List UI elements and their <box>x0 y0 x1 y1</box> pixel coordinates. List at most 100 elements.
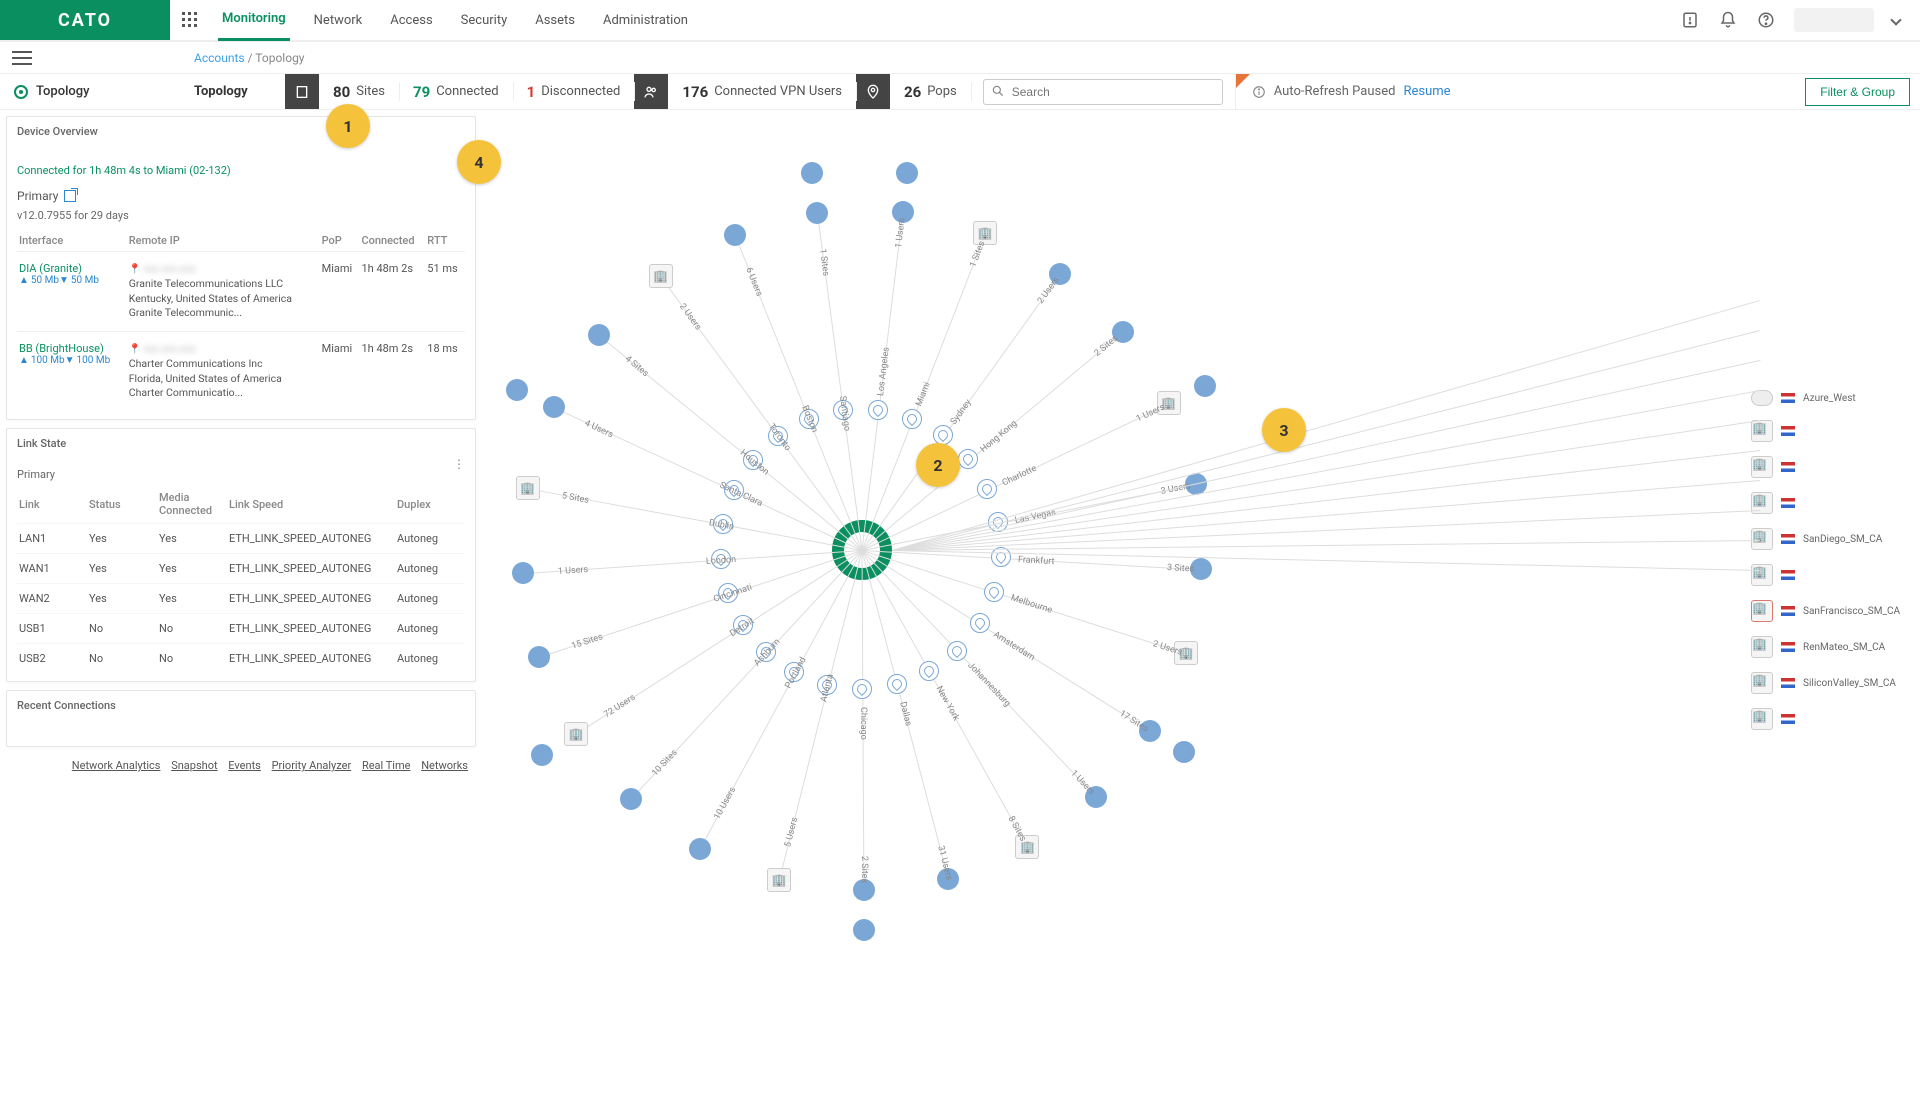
search-input[interactable] <box>983 79 1223 105</box>
search-icon <box>991 84 1005 98</box>
users-node[interactable] <box>1194 375 1216 397</box>
table-row[interactable]: WAN1YesYesETH_LINK_SPEED_AUTONEGAutoneg <box>17 554 465 584</box>
interfaces-table: Interface Remote IP PoP Connected RTT DI… <box>17 230 465 411</box>
east-site-item[interactable]: 🏢SanDiego_SM_CA <box>1751 528 1900 550</box>
table-row[interactable]: BB (BrightHouse)100 Mb100 Mbxxx.xxx.xxxC… <box>17 332 465 412</box>
users-node[interactable] <box>512 562 534 584</box>
pop-node[interactable] <box>947 641 967 661</box>
filter-group-button[interactable]: Filter & Group <box>1805 78 1910 106</box>
chevron-down-icon[interactable] <box>1892 13 1900 28</box>
users-node[interactable] <box>724 224 746 246</box>
users-node[interactable] <box>531 744 553 766</box>
kebab-icon[interactable]: ⋮ <box>453 457 465 471</box>
tab-assets[interactable]: Assets <box>531 1 579 40</box>
users-node[interactable] <box>896 162 918 184</box>
topology-edge <box>892 540 1760 551</box>
lcol-speed: Link Speed <box>227 485 395 524</box>
breadcrumb-accounts[interactable]: Accounts <box>194 51 245 65</box>
resume-link[interactable]: Resume <box>1403 84 1450 99</box>
pop-node[interactable] <box>991 547 1011 567</box>
footer-links: Network Analytics Snapshot Events Priori… <box>6 755 476 776</box>
site-node[interactable]: 🏢 <box>516 476 540 500</box>
pop-node[interactable] <box>977 479 997 499</box>
pop-node[interactable] <box>902 409 922 429</box>
users-node[interactable] <box>528 646 550 668</box>
topology-viz[interactable]: Azure_West 🏢 🏢 🏢 🏢SanDiego_SM_CA 🏢 🏢SanFrancis… <box>482 110 1920 1097</box>
topology-label: 1 Sites <box>817 248 830 276</box>
stats-bar: Topology 80Sites 79Connected 1Disconnect… <box>170 74 1920 110</box>
vpn-icon[interactable] <box>634 74 668 109</box>
users-node[interactable] <box>1173 741 1195 763</box>
flink-2[interactable]: Events <box>228 759 261 772</box>
site-node[interactable]: 🏢 <box>767 868 791 892</box>
east-site-item[interactable]: 🏢 <box>1751 708 1900 730</box>
east-site-item[interactable]: Azure_West <box>1751 390 1900 406</box>
left-nav-topology[interactable]: Topology <box>0 84 104 99</box>
table-row[interactable]: LAN1YesYesETH_LINK_SPEED_AUTONEGAutoneg <box>17 524 465 554</box>
col-remoteip: Remote IP <box>127 230 320 252</box>
table-row[interactable]: USB1NoNoETH_LINK_SPEED_AUTONEGAutoneg <box>17 614 465 644</box>
flink-3[interactable]: Priority Analyzer <box>272 759 352 772</box>
alert-icon[interactable] <box>1680 10 1700 30</box>
device-overview-title: Device Overview <box>17 125 465 138</box>
external-link-icon[interactable] <box>64 190 76 202</box>
sites-icon[interactable] <box>285 74 319 109</box>
east-site-item[interactable]: 🏢 <box>1751 456 1900 478</box>
flag-icon <box>1781 393 1795 403</box>
pop-node[interactable] <box>958 449 978 469</box>
east-site-item[interactable]: 🏢SiliconValley_SM_CA <box>1751 672 1900 694</box>
pop-node[interactable] <box>852 679 872 699</box>
users-node[interactable] <box>506 379 528 401</box>
pop-node[interactable] <box>984 582 1004 602</box>
pop-node[interactable] <box>970 613 990 633</box>
pop-node[interactable] <box>887 674 907 694</box>
pops-icon[interactable] <box>856 74 890 109</box>
tab-access[interactable]: Access <box>386 1 436 40</box>
table-row[interactable]: USB2NoNoETH_LINK_SPEED_AUTONEGAutoneg <box>17 644 465 674</box>
bell-icon[interactable] <box>1718 10 1738 30</box>
pop-node[interactable] <box>919 661 939 681</box>
flink-1[interactable]: Snapshot <box>171 759 217 772</box>
users-node[interactable] <box>620 788 642 810</box>
help-icon[interactable] <box>1756 10 1776 30</box>
users-node[interactable] <box>689 838 711 860</box>
topology-label: 4 Users <box>583 418 615 440</box>
flink-5[interactable]: Networks <box>421 759 468 772</box>
flink-4[interactable]: Real Time <box>362 759 411 772</box>
flag-icon <box>1781 642 1795 652</box>
pop-node[interactable] <box>868 400 888 420</box>
east-site-item[interactable]: 🏢SanFrancisco_SM_CA <box>1751 600 1900 622</box>
users-node[interactable] <box>543 396 565 418</box>
table-row[interactable]: WAN2YesYesETH_LINK_SPEED_AUTONEGAutoneg <box>17 584 465 614</box>
auto-refresh: Auto-Refresh Paused Resume <box>1235 74 1467 109</box>
brand-logo[interactable]: CATO <box>0 0 170 40</box>
users-node[interactable] <box>588 324 610 346</box>
topology-label: 2 Users <box>677 302 703 332</box>
east-site-item[interactable]: 🏢 <box>1751 420 1900 442</box>
site-node[interactable]: 🏢 <box>564 722 588 746</box>
tab-administration[interactable]: Administration <box>599 1 692 40</box>
tab-monitoring[interactable]: Monitoring <box>218 0 290 41</box>
lcol-media: Media Connected <box>157 485 227 524</box>
apps-icon[interactable] <box>170 0 210 40</box>
site-node[interactable]: 🏢 <box>649 264 673 288</box>
topology-label: Hong Kong <box>978 418 1019 454</box>
east-site-item[interactable]: 🏢RenMateo_SM_CA <box>1751 636 1900 658</box>
users-node[interactable] <box>806 202 828 224</box>
flag-icon <box>1781 570 1795 580</box>
table-row[interactable]: DIA (Granite)50 Mb50 Mbxxx.xxx.xxxGranit… <box>17 252 465 332</box>
tab-security[interactable]: Security <box>457 1 512 40</box>
menu-icon[interactable] <box>12 50 32 66</box>
flink-0[interactable]: Network Analytics <box>72 759 161 772</box>
east-site-item[interactable]: 🏢 <box>1751 492 1900 514</box>
users-node[interactable] <box>801 162 823 184</box>
tab-network[interactable]: Network <box>310 1 367 40</box>
account-dropdown[interactable] <box>1794 8 1874 32</box>
stat-conn-num: 79 <box>413 83 430 101</box>
east-site-item[interactable]: 🏢 <box>1751 564 1900 586</box>
link-state-sub: Primary <box>17 468 465 481</box>
stat-pops-label: Pops <box>927 84 957 99</box>
users-node[interactable] <box>853 919 875 941</box>
topology-label: 10 Users <box>712 786 738 822</box>
flag-icon <box>1781 498 1795 508</box>
